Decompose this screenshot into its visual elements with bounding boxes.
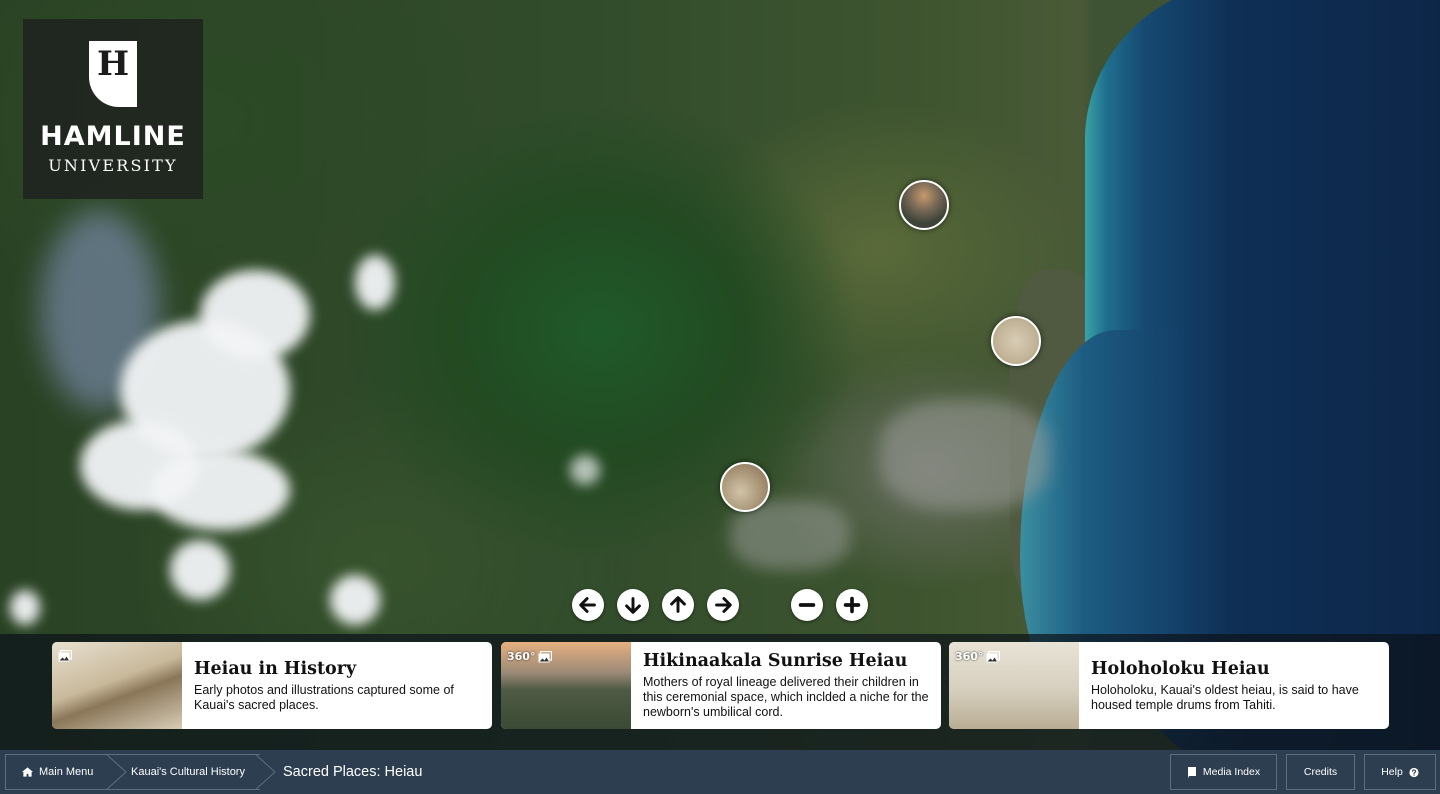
card-body: Heiau in History Early photos and illust… [182, 642, 492, 729]
zoom-in-button[interactable] [836, 589, 868, 621]
image-icon [538, 650, 553, 662]
map-cloud [150, 450, 290, 530]
card-thumbnail: 360° [949, 642, 1079, 729]
breadcrumb-label: Sacred Places: Heiau [283, 764, 423, 780]
badge-text: 360° [955, 650, 984, 663]
map-cloud [200, 270, 310, 360]
breadcrumb-label: Main Menu [39, 766, 94, 778]
button-label: Media Index [1202, 766, 1261, 778]
pan-right-button[interactable] [707, 589, 739, 621]
help-button[interactable]: Help [1364, 754, 1436, 790]
arrow-right-icon [715, 597, 732, 613]
shield-icon: H [89, 41, 137, 107]
arrow-down-icon [625, 597, 641, 614]
card-holoholoku-heiau[interactable]: 360° Holoholoku Heiau Holoholoku, Kauai'… [949, 642, 1389, 729]
map-cloud [10, 590, 40, 625]
card-thumbnail [52, 642, 182, 729]
media-index-button[interactable]: Media Index [1170, 754, 1277, 790]
hamline-logo: H HAMLINE UNIVERSITY [23, 19, 203, 199]
breadcrumb-label: Kauai's Cultural History [131, 766, 245, 778]
map-town [880, 400, 1050, 510]
breadcrumb-chevron-icon [255, 754, 276, 790]
zoom-out-button[interactable] [791, 589, 823, 621]
card-description: Holoholoku, Kauai's oldest heiau, is sai… [1091, 682, 1359, 712]
card-title: Hikinaakala Sunrise Heiau [643, 651, 908, 671]
card-title: Holoholoku Heiau [1091, 658, 1270, 679]
logo-name: HAMLINE [40, 121, 186, 152]
card-thumbnail: 360° [501, 642, 631, 729]
zoom-out-icon [798, 603, 816, 607]
pan-up-button[interactable] [662, 589, 694, 621]
marker-holoholoku-heiau[interactable] [991, 316, 1041, 366]
map-cloud [330, 575, 380, 625]
marker-hikinaakala-sunrise-heiau[interactable] [899, 180, 949, 230]
pan-left-button[interactable] [572, 589, 604, 621]
image-icon [986, 650, 1001, 662]
book-icon [1187, 766, 1196, 778]
media-badge [58, 650, 75, 662]
map-cloud [170, 540, 230, 600]
card-body: Hikinaakala Sunrise Heiau Mothers of roy… [631, 642, 941, 729]
card-description: Mothers of royal lineage delivered their… [643, 675, 929, 719]
breadcrumb-current-page: Sacred Places: Heiau [283, 754, 422, 790]
button-label: Help [1381, 766, 1403, 778]
map-cloud [355, 255, 395, 310]
logo-subtitle: UNIVERSITY [48, 156, 178, 175]
home-icon [22, 767, 33, 777]
image-icon [58, 650, 72, 662]
map-cloud [570, 455, 600, 485]
breadcrumb-chevron-icon [106, 754, 127, 790]
logo-mark: H [96, 44, 130, 84]
marker-heiau-in-history[interactable] [720, 462, 770, 512]
button-label: Credits [1303, 766, 1338, 778]
breadcrumb-main-menu[interactable]: Main Menu [5, 754, 106, 790]
card-title: Heiau in History [194, 658, 357, 679]
media-badge: 360° [955, 650, 1001, 663]
pan-down-button[interactable] [617, 589, 649, 621]
card-description: Early photos and illustrations captured … [194, 682, 454, 712]
arrow-up-icon [670, 596, 686, 613]
zoom-in-icon [843, 596, 861, 614]
media-badge: 360° [507, 650, 553, 663]
credits-button[interactable]: Credits [1286, 754, 1355, 790]
badge-text: 360° [507, 650, 536, 663]
card-heiau-in-history[interactable]: Heiau in History Early photos and illust… [52, 642, 492, 729]
arrow-left-icon [579, 597, 596, 613]
card-body: Holoholoku Heiau Holoholoku, Kauai's old… [1079, 642, 1389, 729]
question-circle-icon [1409, 767, 1419, 777]
breadcrumb-cultural-history[interactable]: Kauai's Cultural History [131, 754, 245, 790]
card-hikinaakala-sunrise-heiau[interactable]: 360° Hikinaakala Sunrise Heiau Mothers o… [501, 642, 941, 729]
